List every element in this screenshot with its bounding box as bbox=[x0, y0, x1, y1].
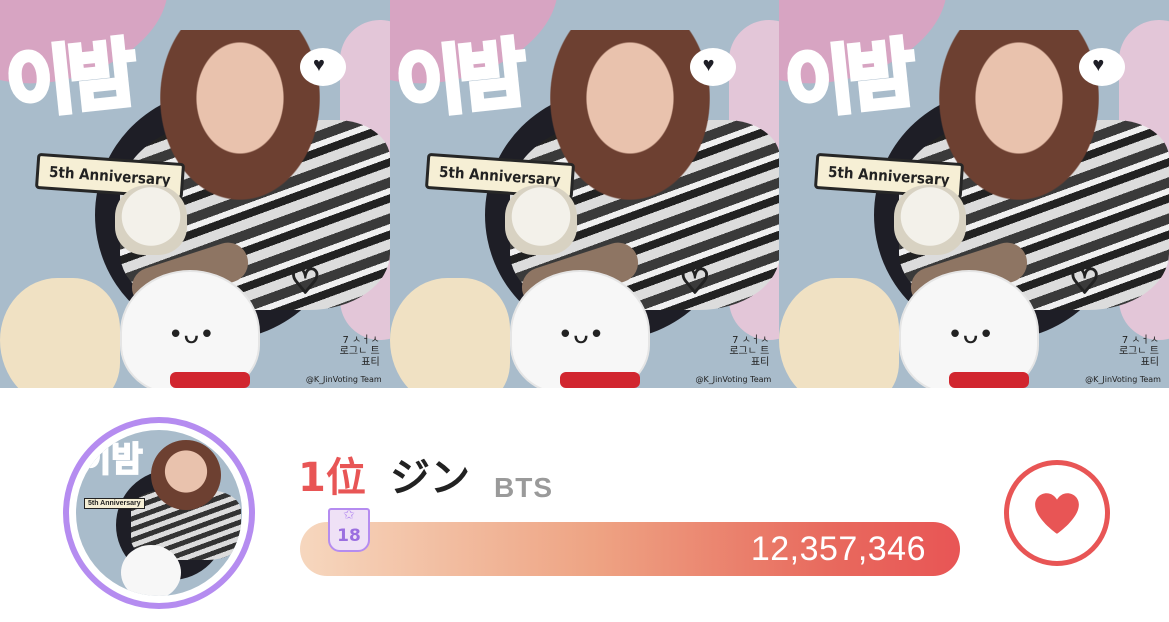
badge-number: 18 bbox=[337, 526, 361, 546]
banner-credit: @K_JinVoting Team bbox=[305, 375, 382, 384]
winged-heart-icon: ♡ bbox=[1068, 262, 1101, 302]
avatar-face bbox=[151, 440, 221, 510]
plush-scarf bbox=[170, 372, 250, 388]
plush-scarf bbox=[949, 372, 1030, 388]
winged-heart-icon: ♡ bbox=[289, 262, 322, 302]
heart-icon: ♥ bbox=[313, 54, 325, 76]
photo-dog bbox=[115, 185, 187, 255]
avatar-plush bbox=[121, 545, 181, 596]
banner-panel: 이밤 5th Anniversary •ᴗ• ♥ ♡ 7 ㅅㅓㅅ 로그ㄴ 트표티… bbox=[389, 0, 780, 388]
decor-paw-shape bbox=[779, 278, 900, 388]
vote-progress-bar: 12,357,346 bbox=[300, 522, 960, 576]
avatar-korean-text: 이밤 bbox=[79, 439, 144, 481]
photo-dog bbox=[504, 185, 577, 255]
artist-name: ジン bbox=[390, 455, 470, 501]
avatar-image: 이밤 5th Anniversary bbox=[76, 430, 242, 596]
banner-credit: @K_JinVoting Team bbox=[1085, 375, 1161, 384]
avatar[interactable]: 이밤 5th Anniversary bbox=[63, 417, 255, 609]
banner-panel: 이밤 5th Anniversary •ᴗ• ♥ ♡ 7 ㅅㅓㅅ 로그ㄴ 트표티… bbox=[0, 0, 390, 388]
banner-image: 이밤 5th Anniversary •ᴗ• ♥ ♡ 7 ㅅㅓㅅ 로그ㄴ 트표티… bbox=[0, 0, 1169, 388]
level-badge: ✩ 18 bbox=[328, 506, 370, 552]
banner-panel: 이밤 5th Anniversary •ᴗ• ♥ ♡ 7 ㅅㅓㅅ 로그ㄴ 트표티… bbox=[779, 0, 1169, 388]
banner-korean-text: 이밤 bbox=[0, 28, 137, 132]
plush-face: •ᴗ• bbox=[168, 320, 215, 350]
group-name: BTS bbox=[494, 472, 553, 503]
banner-korean-text: 이밤 bbox=[779, 28, 916, 132]
winged-heart-icon: ♡ bbox=[679, 262, 712, 302]
plush-face: •ᴗ• bbox=[557, 320, 605, 350]
decor-paw-shape bbox=[0, 278, 120, 388]
photo-dog bbox=[894, 185, 967, 255]
banner-side-text: 7 ㅅㅓㅅ 로그ㄴ 트표티 bbox=[1118, 335, 1159, 368]
heart-icon bbox=[1035, 493, 1079, 534]
decor-paw-shape bbox=[389, 278, 510, 388]
like-button[interactable] bbox=[1004, 460, 1110, 566]
plush-scarf bbox=[559, 372, 640, 388]
photo-person bbox=[160, 30, 320, 200]
ranking-card[interactable]: 이밤 5th Anniversary 1位 ジン BTS 12,357,346 … bbox=[0, 388, 1169, 622]
banner-side-text: 7 ㅅㅓㅅ 로그ㄴ 트표티 bbox=[339, 335, 380, 368]
rank-label: 1位 bbox=[298, 455, 366, 501]
vote-count: 12,357,346 bbox=[750, 530, 926, 568]
banner-side-text: 7 ㅅㅓㅅ 로그ㄴ 트표티 bbox=[729, 335, 770, 368]
plush-face: •ᴗ• bbox=[947, 320, 994, 350]
heart-icon: ♥ bbox=[702, 54, 715, 76]
photo-person bbox=[939, 30, 1100, 200]
banner-korean-text: 이밤 bbox=[390, 28, 527, 132]
avatar-anniversary-label: 5th Anniversary bbox=[84, 498, 145, 509]
heart-icon: ♥ bbox=[1092, 54, 1105, 76]
star-icon: ✩ bbox=[343, 506, 355, 522]
banner-credit: @K_JinVoting Team bbox=[695, 375, 772, 384]
